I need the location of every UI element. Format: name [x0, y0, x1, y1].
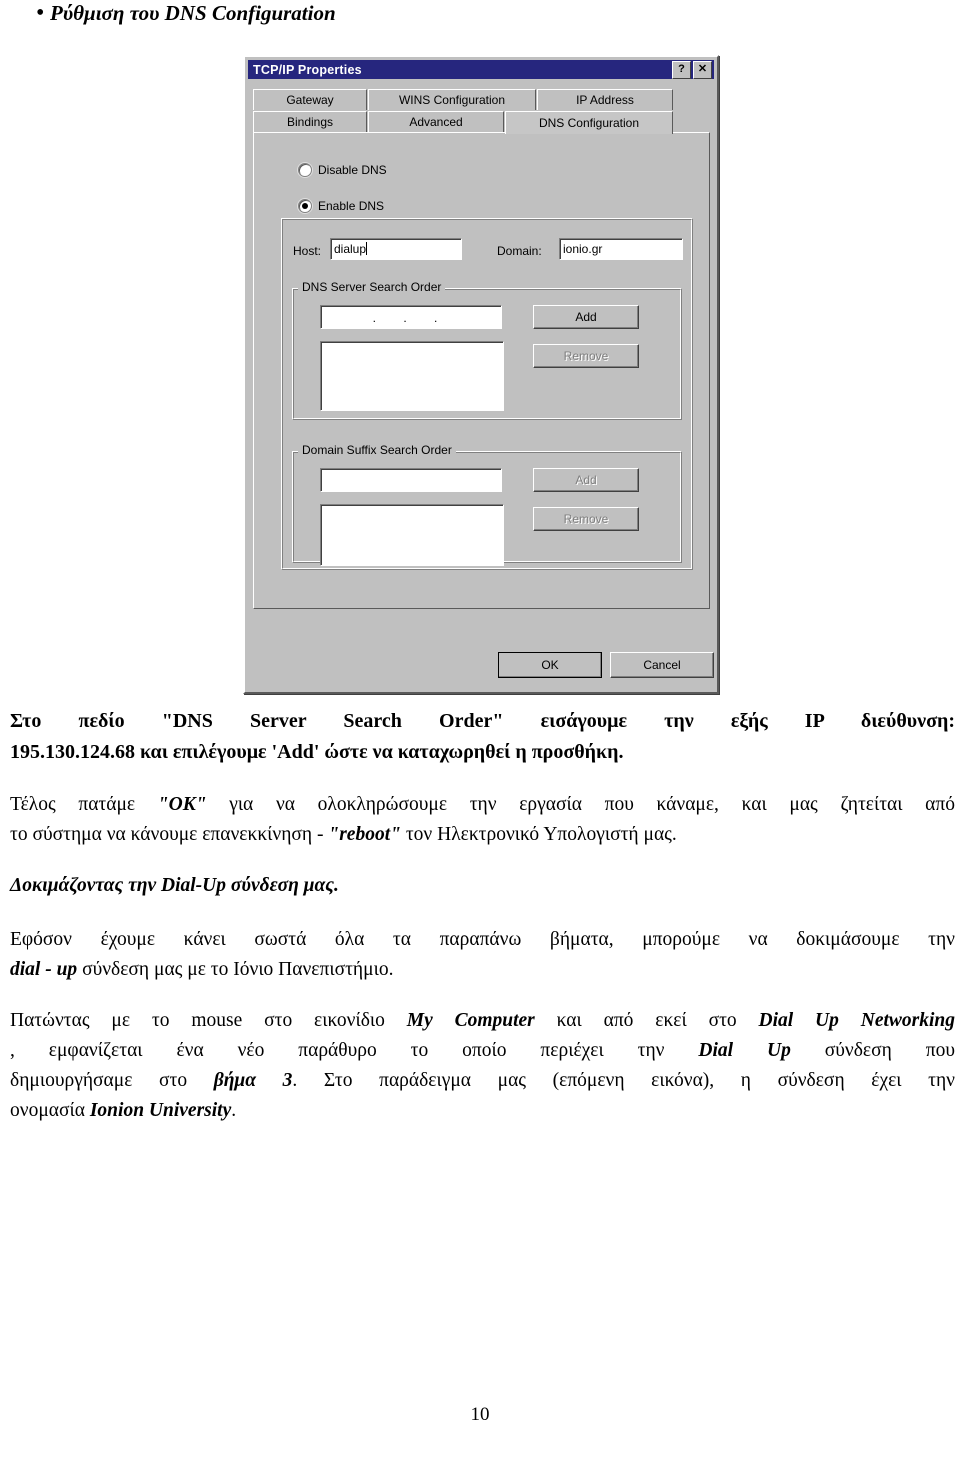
- paragraph-4-dialup-emphasis: dial - up: [10, 959, 78, 980]
- close-icon[interactable]: ✕: [693, 60, 712, 79]
- paragraph-2-text-c: το σύστημα να κάνουμε επανεκκίνηση -: [10, 824, 329, 845]
- dialog-title: TCP/IP Properties: [253, 62, 362, 77]
- paragraph-5-dialupnetworking-emphasis: Dial Up Networking: [758, 1010, 955, 1031]
- dns-add-button[interactable]: Add: [533, 305, 639, 329]
- paragraph-5-text-d: σύνδεση που: [790, 1040, 955, 1061]
- suffix-add-button[interactable]: Add: [533, 468, 639, 492]
- tcpip-properties-dialog: TCP/IP Properties ? ✕ Gateway WINS Confi…: [243, 55, 719, 694]
- paragraph-5-text-h: .: [231, 1100, 237, 1121]
- paragraph-5-text-f: . Στο παράδειγμα μας (επόμενη εικόνα), η…: [292, 1070, 955, 1091]
- suffix-remove-button[interactable]: Remove: [533, 507, 639, 531]
- domain-input-value: ionio.gr: [563, 242, 603, 256]
- paragraph-3-subheading: Δοκιμάζοντας την Dial-Up σύνδεση μας.: [10, 875, 339, 896]
- document-page: • Ρύθμιση του DNS Configuration TCP/IP P…: [0, 0, 960, 1469]
- tab-ip-address[interactable]: IP Address: [537, 89, 673, 110]
- radio-enable-dns-label: Enable DNS: [318, 199, 385, 213]
- tab-advanced[interactable]: Advanced: [368, 111, 504, 132]
- dns-server-list[interactable]: [320, 341, 504, 411]
- bullet-heading-text: Ρύθμιση του DNS Configuration: [50, 1, 336, 25]
- paragraph-2-text-d: τον Ηλεκτρονικό Υπολογιστή μας.: [400, 824, 677, 845]
- host-input-value: dialup: [334, 242, 367, 256]
- domain-suffix-input[interactable]: [320, 468, 502, 492]
- text-caret: [366, 242, 368, 255]
- paragraph-5-text-b: και από εκεί στο: [534, 1010, 759, 1031]
- ok-button[interactable]: OK: [498, 652, 602, 678]
- paragraph-5-dialup-emphasis: Dial Up: [698, 1040, 791, 1061]
- tab-dns-configuration[interactable]: DNS Configuration: [505, 111, 673, 134]
- dns-configuration-panel: Disable DNS Enable DNS Host: dialup Doma…: [253, 132, 710, 609]
- radio-enable-dns[interactable]: Enable DNS: [298, 199, 384, 213]
- paragraph-2: Τέλος πατάμε "OK" για να ολοκληρώσουμε τ…: [10, 790, 955, 850]
- domain-label: Domain:: [497, 244, 542, 258]
- paragraph-5-text-c: , εμφανίζεται ένα νέο παράθυρο το οποίο …: [10, 1040, 699, 1061]
- dns-server-ip-value: . . .: [372, 311, 450, 325]
- paragraph-4-line-1: Εφόσον έχουμε κάνει σωστά όλα τα παραπάν…: [10, 929, 955, 950]
- paragraph-1-line-1: Στο πεδίο "DNS Server Search Order" εισά…: [10, 710, 955, 732]
- paragraph-2-ok-emphasis: "OK": [157, 794, 207, 815]
- domain-suffix-search-order-title: Domain Suffix Search Order: [298, 443, 456, 457]
- paragraph-2-reboot-emphasis: "reboot": [328, 824, 401, 845]
- domain-suffix-list[interactable]: [320, 504, 504, 566]
- dns-server-search-order-title: DNS Server Search Order: [298, 280, 446, 294]
- paragraph-5-text-e: δημιουργήσαμε στο: [10, 1070, 214, 1091]
- paragraph-5: Πατώντας με το mouse στο εικονίδιο My Co…: [10, 1006, 955, 1126]
- page-number: 10: [470, 1404, 490, 1425]
- paragraph-2-text-a: Τέλος πατάμε: [10, 794, 158, 815]
- dns-remove-button[interactable]: Remove: [533, 344, 639, 368]
- radio-disable-dns-indicator[interactable]: [298, 163, 312, 177]
- paragraph-5-text-g: ονομασία: [10, 1100, 90, 1121]
- dialog-titlebar: TCP/IP Properties ? ✕: [248, 60, 714, 79]
- paragraph-1-line-2: 195.130.124.68 και επιλέγουμε 'Add' ώστε…: [10, 741, 624, 763]
- paragraph-4-line-2: σύνδεση μας με το Ιόνιο Πανεπιστήμιο.: [77, 959, 394, 980]
- radio-disable-dns-label: Disable DNS: [318, 163, 387, 177]
- help-icon[interactable]: ?: [672, 60, 691, 79]
- paragraph-5-step3-emphasis: βήμα 3: [213, 1070, 293, 1091]
- host-input[interactable]: dialup: [330, 238, 462, 260]
- paragraph-2-text-b: για να ολοκληρώσουμε την εργασία που κάν…: [206, 794, 955, 815]
- tab-gateway[interactable]: Gateway: [253, 89, 367, 110]
- domain-input[interactable]: ionio.gr: [559, 238, 683, 260]
- tab-bindings[interactable]: Bindings: [253, 111, 367, 132]
- radio-disable-dns[interactable]: Disable DNS: [298, 163, 387, 177]
- tab-wins-configuration[interactable]: WINS Configuration: [368, 89, 536, 110]
- tab-strip: Gateway WINS Configuration IP Address Bi…: [253, 89, 708, 134]
- paragraph-5-ionion-emphasis: Ionion University: [89, 1100, 232, 1121]
- host-label: Host:: [293, 244, 322, 258]
- bullet-marker: •: [36, 0, 45, 26]
- dns-server-ip-input[interactable]: . . .: [320, 305, 502, 329]
- cancel-button[interactable]: Cancel: [610, 652, 714, 678]
- paragraph-1: Στο πεδίο "DNS Server Search Order" εισά…: [10, 706, 955, 768]
- paragraph-5-mycomputer-emphasis: My Computer: [406, 1010, 535, 1031]
- radio-enable-dns-indicator[interactable]: [298, 199, 312, 213]
- bullet-heading: • Ρύθμιση του DNS Configuration: [36, 0, 916, 26]
- paragraph-4: Εφόσον έχουμε κάνει σωστά όλα τα παραπάν…: [10, 925, 955, 985]
- paragraph-5-text-a: Πατώντας με το mouse στο εικονίδιο: [10, 1010, 407, 1031]
